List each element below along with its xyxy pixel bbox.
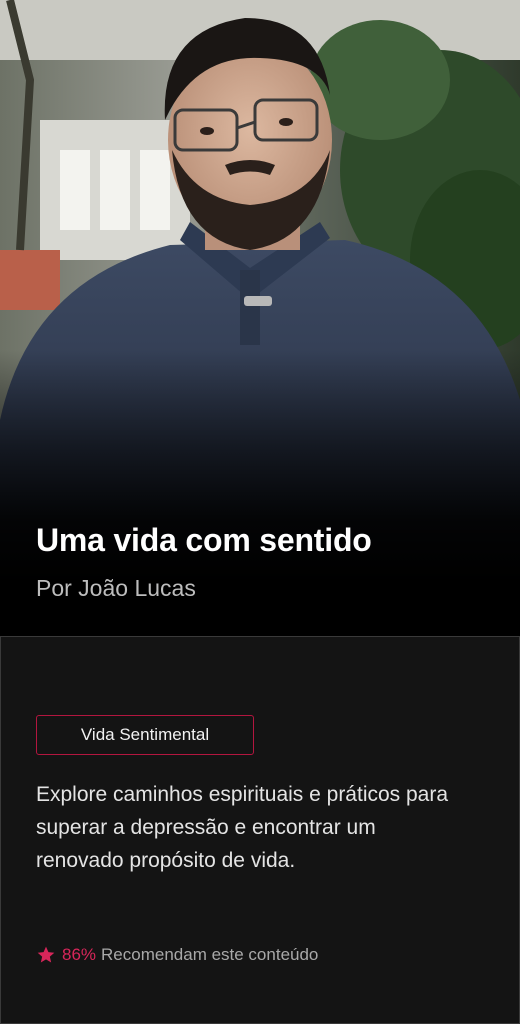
recommendation-label: Recomendam este conteúdo [101,945,319,964]
recommendation-percent: 86% [62,945,97,964]
content-detail-screen: Uma vida com sentido Por João Lucas Vida… [0,0,520,1024]
content-description: Explore caminhos espirituais e práticos … [36,783,449,872]
hero-banner: Uma vida com sentido Por João Lucas [0,0,520,636]
content-author: Por João Lucas [36,575,196,601]
content-title: Uma vida com sentido [36,522,372,558]
recommendation-rating: 86% Recomendam este conteúdo [36,945,318,965]
category-tag[interactable]: Vida Sentimental [36,715,254,755]
star-icon [37,946,55,963]
content-details-card: Vida Sentimental Explore caminhos espiri… [0,636,520,1024]
